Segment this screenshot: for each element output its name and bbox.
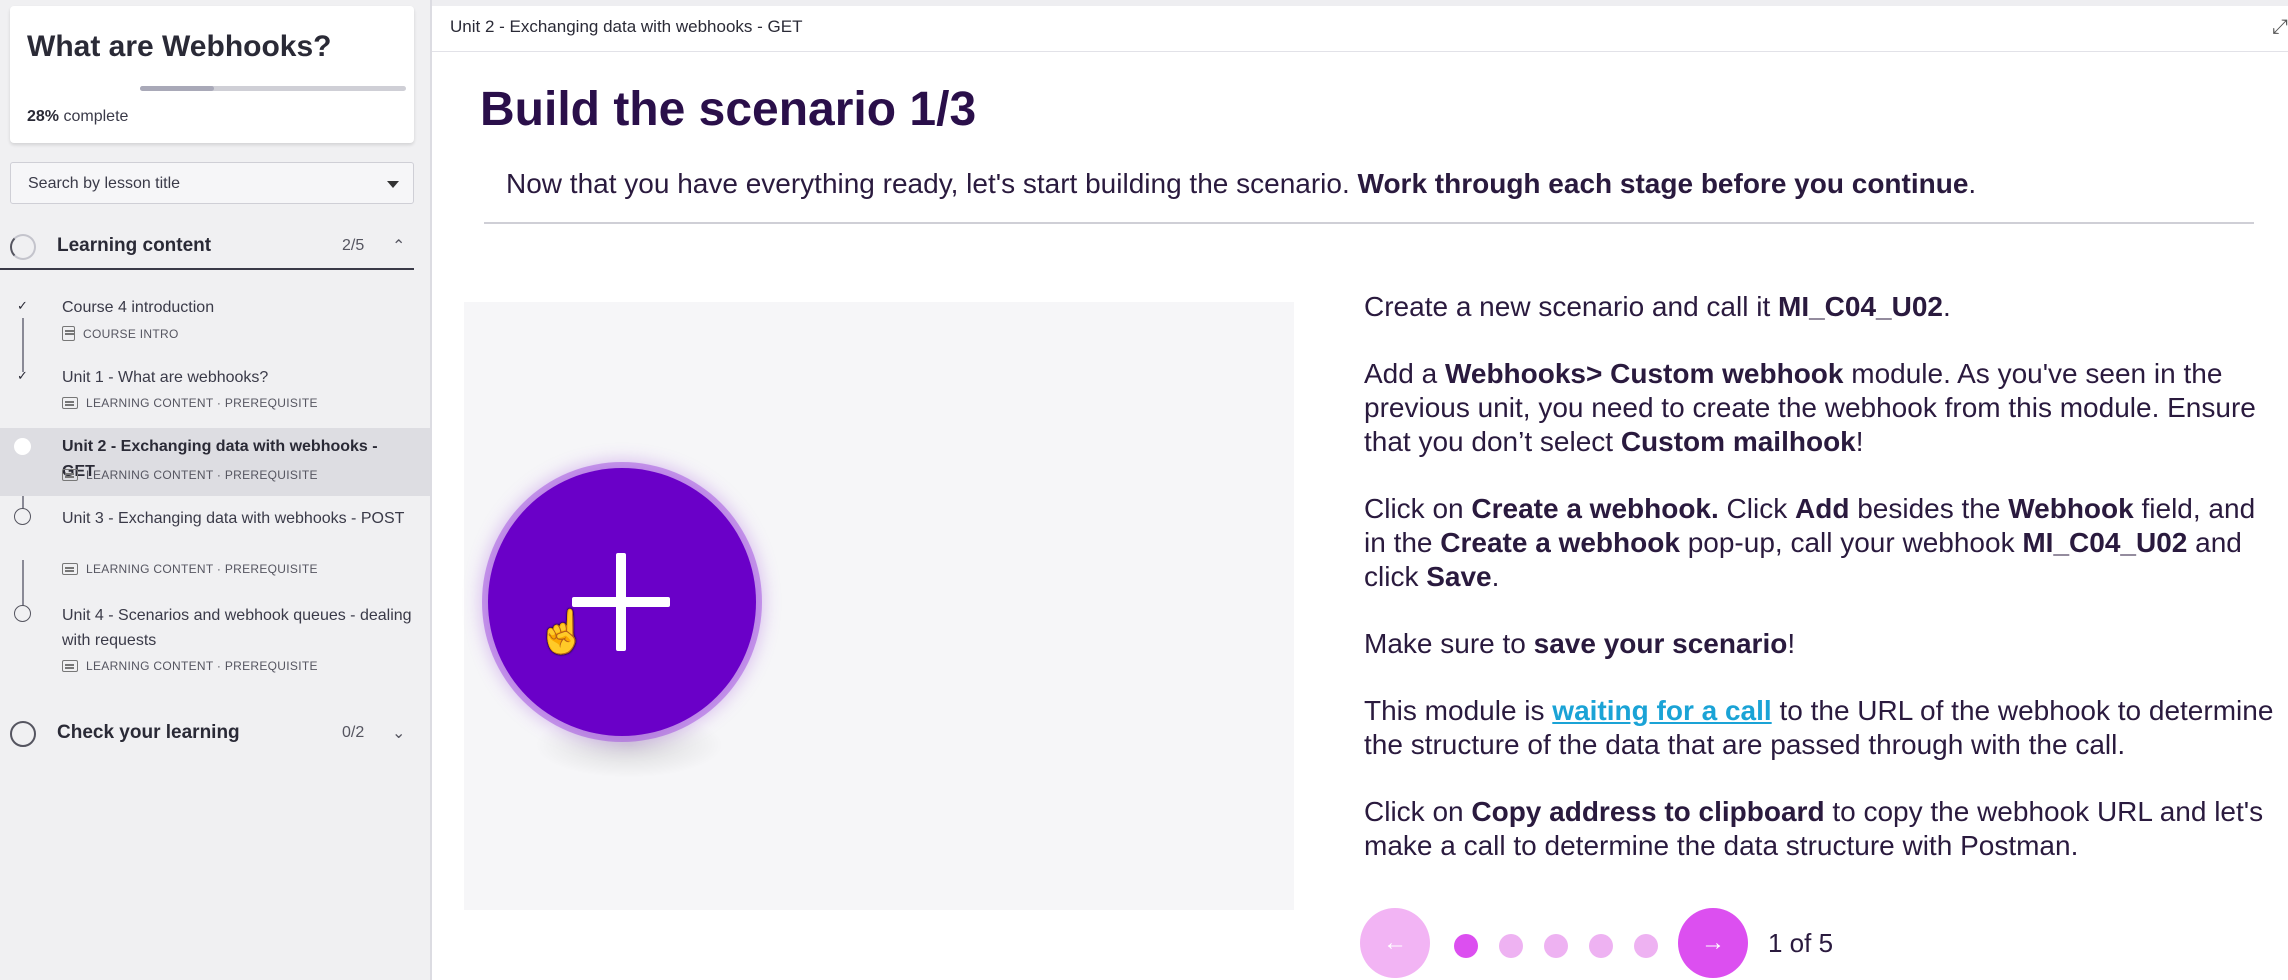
pager-dot[interactable] bbox=[1589, 934, 1613, 958]
plus-icon bbox=[616, 553, 626, 651]
section-count: 0/2 bbox=[342, 724, 365, 741]
slide-counter: 1 of 5 bbox=[1768, 928, 1834, 958]
lesson-item-course-intro[interactable]: ✓ Course 4 introduction COURSE INTRO bbox=[0, 292, 430, 348]
lesson-topbar: Unit 2 - Exchanging data with webhooks -… bbox=[432, 0, 2288, 52]
slide-pager: ← → 1 of 5 bbox=[1360, 908, 1860, 978]
slides-icon bbox=[62, 660, 78, 672]
lesson-search-placeholder: Search by lesson title bbox=[28, 175, 181, 192]
add-module-button[interactable]: ☝ bbox=[488, 468, 756, 736]
progress-bar bbox=[140, 86, 406, 91]
instruction-paragraph: Create a new scenario and call it MI_C04… bbox=[1364, 291, 1951, 322]
pager-dot[interactable] bbox=[1634, 934, 1658, 958]
progress-ring-icon bbox=[10, 234, 36, 260]
instruction-paragraph: Add a Webhooks> Custom webhook module. A… bbox=[1364, 358, 2256, 457]
section-label: Learning content bbox=[57, 235, 212, 256]
lesson-meta: LEARNING CONTENT · PREREQUISITE bbox=[62, 396, 318, 410]
circle-icon bbox=[14, 508, 31, 525]
lesson-title: Course 4 introduction bbox=[62, 299, 215, 316]
arrow-left-icon: ← bbox=[1383, 929, 1407, 956]
lesson-meta: LEARNING CONTENT · PREREQUISITE bbox=[62, 659, 318, 673]
slides-icon bbox=[62, 563, 78, 575]
current-lesson-icon bbox=[14, 438, 31, 455]
lesson-item-unit-3[interactable]: Unit 3 - Exchanging data with webhooks -… bbox=[0, 506, 430, 586]
prev-slide-button[interactable]: ← bbox=[1360, 908, 1430, 978]
section-count: 2/5 bbox=[342, 237, 365, 254]
chevron-up-icon[interactable]: ⌃ bbox=[392, 236, 405, 256]
instructions: Create a new scenario and call it MI_C04… bbox=[1364, 290, 2274, 896]
chevron-down-icon[interactable]: ⌄ bbox=[392, 723, 405, 743]
section-label: Check your learning bbox=[57, 722, 240, 743]
hand-cursor-icon: ☝ bbox=[536, 608, 589, 655]
section-learning-content[interactable]: Learning content 2/5 ⌃ bbox=[0, 220, 414, 270]
intro-text: Now that you have everything ready, let'… bbox=[506, 168, 1977, 199]
progress-percent: 28% bbox=[27, 108, 60, 125]
lesson-item-unit-2[interactable]: Unit 2 - Exchanging data with webhooks -… bbox=[0, 428, 430, 496]
progress-fill bbox=[140, 86, 215, 91]
waiting-for-call-link[interactable]: waiting for a call bbox=[1552, 695, 1771, 726]
page-title: Build the scenario 1/3 bbox=[480, 83, 977, 136]
lesson-search-select[interactable]: Search by lesson title bbox=[10, 162, 414, 204]
media-panel: ☝ bbox=[464, 302, 1294, 910]
instruction-paragraph: Make sure to save your scenario! bbox=[1364, 628, 1796, 659]
lesson-meta: COURSE INTRO bbox=[62, 326, 179, 341]
document-icon bbox=[62, 326, 75, 341]
instruction-paragraph: Click on Create a webhook. Click Add bes… bbox=[1364, 493, 2256, 592]
pager-dot[interactable] bbox=[1454, 934, 1478, 958]
instruction-paragraph: This module is waiting for a call to the… bbox=[1364, 695, 2274, 760]
lesson-main: Unit 2 - Exchanging data with webhooks -… bbox=[432, 0, 2288, 980]
lesson-sidebar: What are Webhooks? 28% complete Search b… bbox=[0, 0, 432, 980]
lesson-title: Unit 3 - Exchanging data with webhooks -… bbox=[62, 510, 405, 527]
check-icon: ✓ bbox=[17, 368, 28, 383]
lesson-title: Unit 1 - What are webhooks? bbox=[62, 369, 269, 386]
next-slide-button[interactable]: → bbox=[1678, 908, 1748, 978]
lesson-meta: LEARNING CONTENT · PREREQUISITE bbox=[62, 468, 318, 482]
arrow-right-icon: → bbox=[1701, 929, 1725, 956]
progress-ring-icon bbox=[10, 721, 36, 747]
lesson-title: Unit 4 - Scenarios and webhook queues - … bbox=[62, 607, 412, 649]
expand-icon[interactable]: ⤢ bbox=[2272, 16, 2288, 39]
slides-icon bbox=[62, 397, 78, 409]
pager-dot[interactable] bbox=[1499, 934, 1523, 958]
slides-icon bbox=[62, 469, 78, 481]
lesson-item-unit-4[interactable]: Unit 4 - Scenarios and webhook queues - … bbox=[0, 603, 430, 683]
section-check-your-learning[interactable]: Check your learning 0/2 ⌄ bbox=[0, 707, 414, 757]
pager-dot[interactable] bbox=[1544, 934, 1568, 958]
divider bbox=[484, 222, 2254, 224]
breadcrumb: Unit 2 - Exchanging data with webhooks -… bbox=[450, 17, 803, 36]
progress-suffix: complete bbox=[63, 108, 129, 125]
lesson-item-unit-1[interactable]: ✓ Unit 1 - What are webhooks? LEARNING C… bbox=[0, 362, 430, 418]
instruction-paragraph: Click on Copy address to clipboard to co… bbox=[1364, 796, 2264, 861]
lesson-meta: LEARNING CONTENT · PREREQUISITE bbox=[62, 562, 318, 576]
course-card: What are Webhooks? 28% complete bbox=[10, 6, 414, 143]
course-title: What are Webhooks? bbox=[27, 30, 332, 63]
caret-down-icon bbox=[387, 181, 399, 188]
check-icon: ✓ bbox=[17, 298, 28, 313]
progress-text: 28% complete bbox=[27, 108, 128, 126]
circle-icon bbox=[14, 605, 31, 622]
